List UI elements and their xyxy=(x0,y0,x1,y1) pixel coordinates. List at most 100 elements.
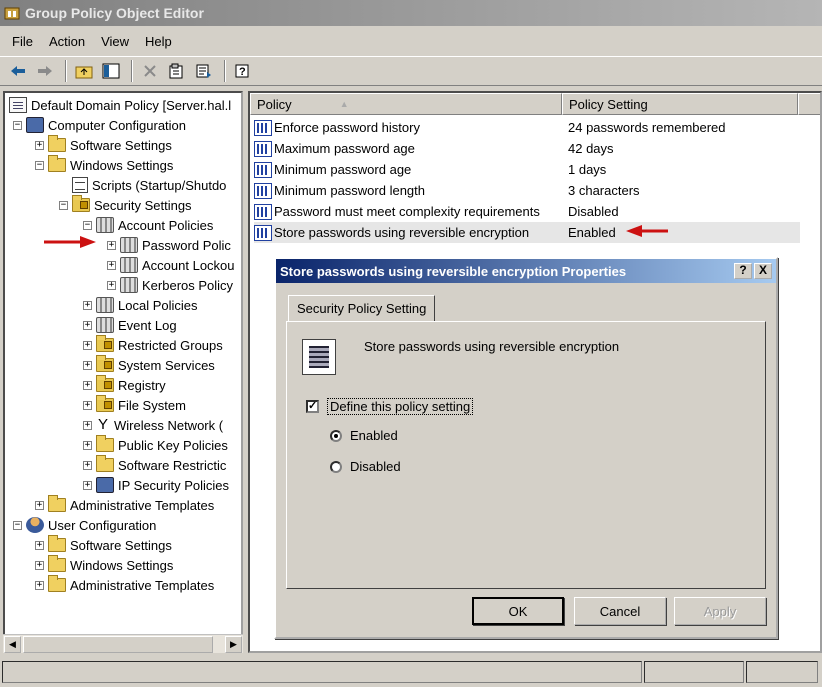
expand-icon[interactable]: + xyxy=(83,300,92,310)
tree-item-administrative-templates[interactable]: + Administrative Templates xyxy=(35,495,214,515)
expand-icon[interactable]: + xyxy=(35,500,44,510)
forward-arrow-icon[interactable] xyxy=(33,60,57,82)
tree-item-user-administrative-templates[interactable]: + Administrative Templates xyxy=(35,575,214,595)
help-button[interactable]: ? xyxy=(734,263,752,279)
tree-item-registry[interactable]: + Registry xyxy=(83,375,166,395)
expand-icon[interactable]: + xyxy=(107,280,116,290)
tree-item-system-services[interactable]: + System Services xyxy=(83,355,215,375)
column-header-label: Policy xyxy=(257,96,292,112)
tree-item-computer-configuration[interactable]: − Computer Configuration xyxy=(13,115,186,135)
tree-item-software-restriction[interactable]: + Software Restrictic xyxy=(83,455,226,475)
toolbar-separator xyxy=(224,60,226,82)
policy-setting-icon xyxy=(254,140,272,157)
apply-button[interactable]: Apply xyxy=(674,597,766,625)
tree-item-wireless-network[interactable]: + Y Wireless Network ( xyxy=(83,415,223,435)
delete-icon[interactable] xyxy=(138,60,162,82)
table-row[interactable]: Minimum password length 3 characters xyxy=(254,180,800,201)
expand-icon[interactable]: + xyxy=(83,400,92,410)
collapse-icon[interactable]: − xyxy=(59,200,68,210)
up-folder-icon[interactable] xyxy=(72,60,96,82)
tree-item-default-domain-policy[interactable]: Default Domain Policy [Server.hal.l xyxy=(9,95,231,115)
back-arrow-icon[interactable] xyxy=(6,60,30,82)
scroll-right-icon[interactable]: ▶ xyxy=(225,636,242,653)
expand-icon[interactable]: + xyxy=(107,260,116,270)
expand-icon[interactable]: + xyxy=(83,440,92,450)
tree-item-security-settings[interactable]: − Security Settings xyxy=(59,195,192,215)
tree-item-restricted-groups[interactable]: + Restricted Groups xyxy=(83,335,223,355)
expand-icon[interactable]: + xyxy=(83,320,92,330)
close-button[interactable]: X xyxy=(754,263,772,279)
collapse-icon[interactable]: − xyxy=(35,160,44,170)
folder-icon xyxy=(96,455,114,472)
expand-icon[interactable]: + xyxy=(83,380,92,390)
folder-icon xyxy=(48,535,66,552)
radio-selected-icon[interactable] xyxy=(330,429,342,442)
tree-item-account-lockout[interactable]: + Account Lockou xyxy=(107,255,235,275)
expand-icon[interactable]: + xyxy=(107,240,116,250)
cancel-button[interactable]: Cancel xyxy=(574,597,666,625)
scroll-left-icon[interactable]: ◀ xyxy=(4,636,21,653)
menu-action[interactable]: Action xyxy=(41,34,93,49)
tree-item-label: Local Policies xyxy=(118,297,198,313)
dialog-title: Store passwords using reversible encrypt… xyxy=(280,263,627,279)
table-row[interactable]: Enforce password history 24 passwords re… xyxy=(254,117,800,138)
tab-security-policy-setting[interactable]: Security Policy Setting xyxy=(288,295,436,321)
help-icon[interactable]: ? xyxy=(231,60,255,82)
tree-item-label: Account Policies xyxy=(118,217,214,233)
tree-item-windows-settings[interactable]: − Windows Settings xyxy=(35,155,173,175)
table-row[interactable]: Maximum password age 42 days xyxy=(254,138,800,159)
expand-icon[interactable]: + xyxy=(83,420,92,430)
tree-item-software-settings[interactable]: + Software Settings xyxy=(35,135,172,155)
tree-item-file-system[interactable]: + File System xyxy=(83,395,186,415)
policy-folder-icon xyxy=(96,317,114,333)
radio-unselected-icon[interactable] xyxy=(330,460,342,473)
tree-item-kerberos-policy[interactable]: + Kerberos Policy xyxy=(107,275,233,295)
export-list-icon[interactable] xyxy=(192,60,216,82)
properties-icon[interactable] xyxy=(165,60,189,82)
tree-item-password-policy[interactable]: + Password Polic xyxy=(107,235,231,255)
console-tree[interactable]: Default Domain Policy [Server.hal.l − Co… xyxy=(3,91,243,653)
expand-icon[interactable]: + xyxy=(35,580,44,590)
tree-item-public-key-policies[interactable]: + Public Key Policies xyxy=(83,435,228,455)
tree-item-ip-security-policies[interactable]: + IP Security Policies xyxy=(83,475,229,495)
column-header-label: Policy Setting xyxy=(569,96,648,112)
tree-item-local-policies[interactable]: + Local Policies xyxy=(83,295,198,315)
expand-icon[interactable]: + xyxy=(83,340,92,350)
radio-enabled[interactable]: Enabled xyxy=(330,428,398,443)
checkbox-checked-icon[interactable]: ✓ xyxy=(306,400,319,413)
scroll-thumb[interactable] xyxy=(23,636,213,653)
collapse-icon[interactable]: − xyxy=(13,520,22,530)
menu-help[interactable]: Help xyxy=(137,34,180,49)
define-policy-checkbox[interactable]: ✓ Define this policy setting xyxy=(306,398,474,415)
expand-icon[interactable]: + xyxy=(35,560,44,570)
table-row[interactable]: Minimum password age 1 days xyxy=(254,159,800,180)
sort-ascending-icon: ▲ xyxy=(339,99,349,109)
tree-item-label: Administrative Templates xyxy=(70,577,215,593)
ok-button[interactable]: OK xyxy=(472,597,564,625)
menu-view[interactable]: View xyxy=(93,34,137,49)
tree-item-user-software-settings[interactable]: + Software Settings xyxy=(35,535,172,555)
policy-setting-icon xyxy=(254,224,272,241)
menu-file[interactable]: File xyxy=(4,34,41,49)
tree-item-user-configuration[interactable]: − User Configuration xyxy=(13,515,156,535)
table-row-selected[interactable]: Store passwords using reversible encrypt… xyxy=(254,222,800,243)
expand-icon[interactable]: + xyxy=(83,360,92,370)
column-header-policy-setting[interactable]: Policy Setting xyxy=(562,93,798,115)
tree-horizontal-scrollbar[interactable]: ◀ ▶ xyxy=(3,634,243,653)
tree-item-account-policies[interactable]: − Account Policies xyxy=(83,215,213,235)
expand-icon[interactable]: + xyxy=(35,540,44,550)
tree-item-scripts[interactable]: Scripts (Startup/Shutdo xyxy=(59,175,226,195)
column-header-policy[interactable]: Policy ▲ xyxy=(250,93,562,115)
collapse-icon[interactable]: − xyxy=(13,120,22,130)
table-row[interactable]: Password must meet complexity requiremen… xyxy=(254,201,800,222)
radio-disabled[interactable]: Disabled xyxy=(330,459,401,474)
expand-icon[interactable]: + xyxy=(83,480,92,490)
title-bar: Group Policy Object Editor xyxy=(0,0,822,26)
dialog-title-bar[interactable]: Store passwords using reversible encrypt… xyxy=(276,259,776,283)
show-hide-tree-icon[interactable] xyxy=(99,60,123,82)
collapse-icon[interactable]: − xyxy=(83,220,92,230)
tree-item-event-log[interactable]: + Event Log xyxy=(83,315,177,335)
expand-icon[interactable]: + xyxy=(83,460,92,470)
tree-item-user-windows-settings[interactable]: + Windows Settings xyxy=(35,555,173,575)
expand-icon[interactable]: + xyxy=(35,140,44,150)
